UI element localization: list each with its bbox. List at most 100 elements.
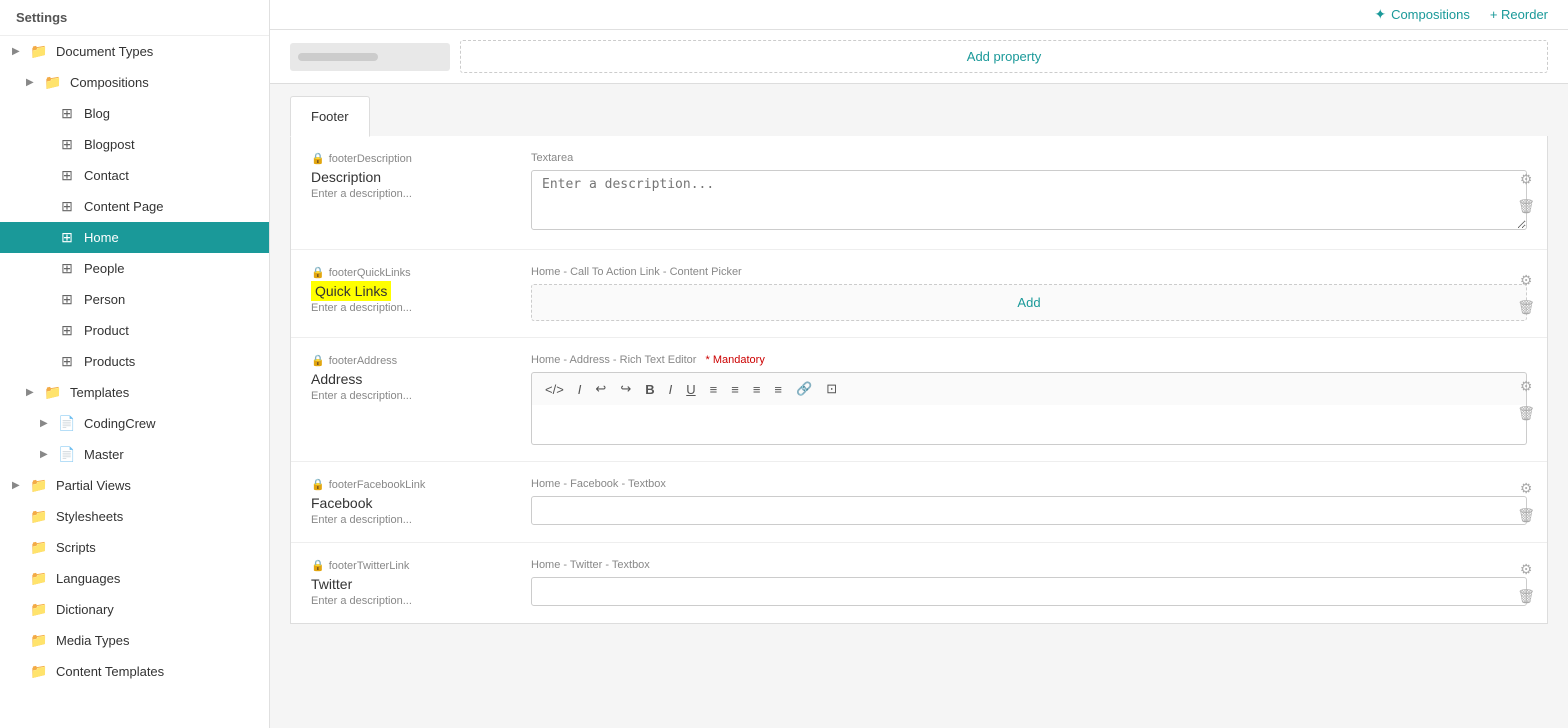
sidebar-item-document-types[interactable]: ▶ 📁 Document Types <box>0 36 269 67</box>
arrow-placeholder: ▶ <box>40 294 54 305</box>
sidebar-item-coding-crew[interactable]: ▶ 📄 CodingCrew <box>0 408 269 439</box>
sidebar-item-label: Products <box>84 354 259 369</box>
sidebar-item-home[interactable]: ▶ ⊞ Home <box>0 222 269 253</box>
folder-icon: 📁 <box>28 570 50 587</box>
grid-icon: ⊞ <box>56 167 78 184</box>
sidebar-item-media-types[interactable]: ▶ 📁 Media Types <box>0 625 269 656</box>
sidebar-item-label: Product <box>84 323 259 338</box>
property-left: 🔒 footerAddress Address Enter a descript… <box>311 354 511 402</box>
sidebar-item-product[interactable]: ▶ ⊞ Product <box>0 315 269 346</box>
sidebar-item-label: Compositions <box>70 75 259 90</box>
twitter-input[interactable] <box>531 577 1527 606</box>
settings-icon[interactable]: ⚙ <box>1515 376 1537 397</box>
rte-underline-btn[interactable]: U <box>681 380 700 399</box>
grid-icon: ⊞ <box>56 322 78 339</box>
lock-icon: 🔒 <box>311 152 325 165</box>
rte-link-btn[interactable]: 🔗 <box>791 379 817 399</box>
sidebar-item-dictionary[interactable]: ▶ 📁 Dictionary <box>0 594 269 625</box>
rte-redo-btn[interactable]: ↪ <box>615 379 636 399</box>
folder-icon: 📁 <box>28 477 50 494</box>
add-content-picker-button[interactable]: Add <box>531 284 1527 321</box>
property-alias: 🔒 footerAddress <box>311 354 511 367</box>
lock-icon: 🔒 <box>311 354 325 367</box>
property-alias: 🔒 footerQuickLinks <box>311 266 511 279</box>
doc-icon: 📄 <box>56 415 78 432</box>
property-alias: 🔒 footerFacebookLink <box>311 478 511 491</box>
grid-icon: ⊞ <box>56 260 78 277</box>
property-row-quick-links: 🔒 footerQuickLinks Quick Links Enter a d… <box>291 250 1547 338</box>
rte-ul-btn[interactable]: ≡ <box>705 380 723 399</box>
sidebar-item-contact[interactable]: ▶ ⊞ Contact <box>0 160 269 191</box>
settings-icon[interactable]: ⚙ <box>1515 478 1537 499</box>
sidebar-item-blogpost[interactable]: ▶ ⊞ Blogpost <box>0 129 269 160</box>
property-left: 🔒 footerTwitterLink Twitter Enter a desc… <box>311 559 511 607</box>
rte-format-btn[interactable]: I <box>573 380 587 399</box>
rte-align-right-btn[interactable]: ≡ <box>769 380 787 399</box>
rte-italic-btn[interactable]: I <box>664 380 678 399</box>
sidebar-item-person[interactable]: ▶ ⊞ Person <box>0 284 269 315</box>
mandatory-badge: * Mandatory <box>706 354 765 366</box>
folder-icon: 📁 <box>42 384 64 401</box>
property-type: Home - Call To Action Link - Content Pic… <box>531 266 1527 278</box>
arrow-placeholder: ▶ <box>12 573 26 584</box>
settings-icon[interactable]: ⚙ <box>1515 169 1537 190</box>
topbar: ✦ Compositions + Reorder <box>270 0 1568 30</box>
sidebar-item-content-page[interactable]: ▶ ⊞ Content Page <box>0 191 269 222</box>
rte-ol-btn[interactable]: ≡ <box>726 380 744 399</box>
description-textarea[interactable] <box>531 170 1527 230</box>
arrow-placeholder: ▶ <box>40 263 54 274</box>
sidebar-item-products[interactable]: ▶ ⊞ Products <box>0 346 269 377</box>
folder-icon: 📁 <box>28 601 50 618</box>
rte-area[interactable] <box>531 405 1527 445</box>
property-right: Home - Twitter - Textbox <box>531 559 1527 606</box>
grid-icon: ⊞ <box>56 353 78 370</box>
property-name-twitter: Twitter <box>311 576 511 592</box>
delete-icon[interactable]: 🗑 <box>1515 297 1537 318</box>
arrow-placeholder: ▶ <box>40 201 54 212</box>
sidebar-item-content-templates[interactable]: ▶ 📁 Content Templates <box>0 656 269 687</box>
rte-code-btn[interactable]: </> <box>540 380 569 399</box>
property-actions: ⚙ 🗑 <box>1515 376 1537 424</box>
property-type: Home - Address - Rich Text Editor * Mand… <box>531 354 1527 366</box>
content-area: Add property Footer 🔒 footerDescription … <box>270 30 1568 728</box>
sidebar-item-templates[interactable]: ▶ 📁 Templates <box>0 377 269 408</box>
lock-icon: 🔒 <box>311 559 325 572</box>
add-property-button[interactable]: Add property <box>460 40 1548 73</box>
rte-undo-btn[interactable]: ↩ <box>590 379 611 399</box>
delete-icon[interactable]: 🗑 <box>1515 403 1537 424</box>
sidebar-item-compositions[interactable]: ▶ 📁 Compositions <box>0 67 269 98</box>
property-alias: 🔒 footerDescription <box>311 152 511 165</box>
delete-icon[interactable]: 🗑 <box>1515 586 1537 607</box>
sidebar-item-stylesheets[interactable]: ▶ 📁 Stylesheets <box>0 501 269 532</box>
property-type: Home - Twitter - Textbox <box>531 559 1527 571</box>
main-area: ✦ Compositions + Reorder Add property Fo… <box>270 0 1568 728</box>
property-actions: ⚙ 🗑 <box>1515 559 1537 607</box>
sidebar-item-label: Master <box>84 447 259 462</box>
delete-icon[interactable]: 🗑 <box>1515 196 1537 217</box>
settings-icon[interactable]: ⚙ <box>1515 559 1537 580</box>
sidebar-item-master[interactable]: ▶ 📄 Master <box>0 439 269 470</box>
settings-icon[interactable]: ⚙ <box>1515 270 1537 291</box>
lock-icon: 🔒 <box>311 478 325 491</box>
folder-icon: 📁 <box>42 74 64 91</box>
sidebar-item-blog[interactable]: ▶ ⊞ Blog <box>0 98 269 129</box>
footer-tab[interactable]: Footer <box>290 96 370 137</box>
rte-align-left-btn[interactable]: ≡ <box>748 380 766 399</box>
sidebar-item-languages[interactable]: ▶ 📁 Languages <box>0 563 269 594</box>
sidebar-item-scripts[interactable]: ▶ 📁 Scripts <box>0 532 269 563</box>
rte-bold-btn[interactable]: B <box>640 380 659 399</box>
sidebar-item-label: Contact <box>84 168 259 183</box>
grid-icon: ⊞ <box>56 105 78 122</box>
arrow-placeholder: ▶ <box>40 356 54 367</box>
compositions-label: Compositions <box>1391 7 1470 22</box>
reorder-button[interactable]: + Reorder <box>1490 7 1548 22</box>
property-right: Home - Address - Rich Text Editor * Mand… <box>531 354 1527 445</box>
compositions-button[interactable]: ✦ Compositions <box>1374 6 1470 23</box>
rte-media-btn[interactable]: ⊡ <box>821 379 842 399</box>
sidebar-item-partial-views[interactable]: ▶ 📁 Partial Views <box>0 470 269 501</box>
property-actions: ⚙ 🗑 <box>1515 478 1537 526</box>
facebook-input[interactable] <box>531 496 1527 525</box>
sidebar-item-people[interactable]: ▶ ⊞ People <box>0 253 269 284</box>
arrow-icon: ▶ <box>12 46 26 57</box>
delete-icon[interactable]: 🗑 <box>1515 505 1537 526</box>
